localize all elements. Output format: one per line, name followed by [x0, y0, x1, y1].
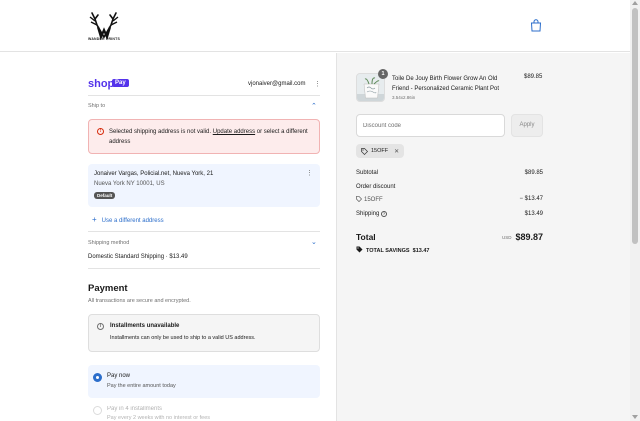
- site-header: WANDER PRINTS: [0, 0, 630, 52]
- order-summary-panel: [337, 53, 630, 421]
- shopping-bag-icon[interactable]: [530, 19, 542, 32]
- currency-code: USD: [502, 235, 512, 240]
- update-address-link[interactable]: Update address: [213, 129, 255, 135]
- shop-pay-logo: shop: [88, 78, 115, 90]
- shipping-method-label: Shipping method: [88, 240, 130, 246]
- installments-title: Installments unavailable: [110, 323, 180, 329]
- shipping-row: Shipping ?: [356, 211, 388, 217]
- total-savings: TOTAL SAVINGS $13.47: [356, 246, 430, 254]
- payment-subtitle: All transactions are secure and encrypte…: [88, 298, 191, 304]
- product-variant: 3.54x2.86in: [392, 95, 416, 100]
- shipping-value: $13.49: [524, 211, 543, 217]
- brand-text: WANDER PRINTS: [88, 37, 120, 41]
- address-error-banner: ! Selected shipping address is not valid…: [88, 119, 320, 154]
- help-icon[interactable]: ?: [381, 211, 388, 217]
- default-badge: Default: [94, 192, 116, 199]
- address-line-2: Nueva York NY 10001, US: [94, 181, 165, 187]
- pay-now-title: Pay now: [107, 373, 131, 379]
- pay-in-4-subtitle: Pay every 2 weeks with no interest or fe…: [107, 415, 211, 421]
- remove-discount-icon[interactable]: ✕: [394, 148, 399, 155]
- shipping-method-value[interactable]: Domestic Standard Shipping · $13.49: [88, 254, 188, 260]
- order-discount-label: Order discount: [356, 184, 396, 190]
- use-different-address-button[interactable]: + Use a different address: [92, 215, 164, 224]
- use-different-address-label: Use a different address: [101, 218, 164, 224]
- info-icon: i: [97, 323, 104, 330]
- payment-title: Payment: [88, 283, 128, 294]
- pay-in-4-radio: [93, 406, 102, 415]
- quantity-badge: 1: [378, 69, 388, 79]
- account-email: vjonaiver@gmail.com: [248, 81, 306, 87]
- applied-discount-chip: 15OFF ✕: [356, 144, 405, 158]
- page-scrollbar[interactable]: [630, 0, 640, 421]
- installments-text: Installments can only be used to ship to…: [110, 335, 256, 341]
- shop-pay-badge: Pay: [112, 79, 129, 87]
- pay-now-subtitle: Pay the entire amount today: [107, 383, 176, 389]
- pay-now-radio[interactable]: [93, 373, 102, 382]
- total-value: $89.87: [515, 232, 543, 242]
- shipping-label: Shipping: [356, 211, 380, 217]
- address-menu-icon[interactable]: ⋮: [306, 169, 313, 177]
- savings-value: $13.47: [412, 248, 430, 254]
- pay-in-4-title: Pay in 4 installments: [107, 406, 163, 412]
- order-discount-value: − $13.47: [519, 196, 543, 202]
- ship-to-label: Ship to: [88, 103, 106, 109]
- total-label: Total: [356, 232, 376, 242]
- chevron-up-icon[interactable]: ⌃: [311, 102, 317, 110]
- tag-icon: [356, 196, 363, 203]
- savings-label: TOTAL SAVINGS: [366, 248, 410, 254]
- product-price: $89.85: [524, 74, 543, 80]
- product-title: Toile De Jouy Birth Flower Grow An Old F…: [392, 76, 500, 92]
- pay-now-option[interactable]: Pay now Pay the entire amount today: [88, 365, 320, 398]
- order-discount-code-text: 15OFF: [364, 197, 383, 203]
- plus-icon: +: [92, 215, 97, 224]
- more-vertical-icon[interactable]: ⋮: [314, 80, 321, 88]
- address-line-1: Jonaiver Vargas, Policial.net, Nueva Yor…: [94, 171, 214, 177]
- installments-notice: i Installments unavailable Installments …: [88, 314, 320, 352]
- divider: [88, 231, 320, 232]
- error-icon: !: [97, 128, 104, 135]
- applied-code-label: 15OFF: [371, 148, 389, 154]
- error-text-prefix: Selected shipping address is not valid.: [109, 129, 213, 135]
- pay-in-4-option: Pay in 4 installments Pay every 2 weeks …: [88, 402, 320, 421]
- address-error-message: Selected shipping address is not valid. …: [109, 127, 309, 147]
- tag-icon: [356, 246, 363, 253]
- chevron-down-icon[interactable]: ⌄: [311, 238, 317, 246]
- scroll-up-icon[interactable]: [632, 1, 638, 5]
- discount-code-input[interactable]: [356, 114, 505, 137]
- tag-icon: [361, 147, 368, 155]
- scroll-down-icon[interactable]: [632, 415, 638, 419]
- selected-address-card[interactable]: Jonaiver Vargas, Policial.net, Nueva Yor…: [88, 164, 320, 207]
- divider: [88, 95, 320, 96]
- apply-discount-button[interactable]: Apply: [511, 114, 543, 137]
- order-discount-code: 15OFF: [356, 196, 383, 203]
- subtotal-value: $89.85: [524, 170, 543, 176]
- subtotal-label: Subtotal: [356, 170, 379, 176]
- scrollbar-thumb[interactable]: [632, 8, 638, 244]
- divider: [88, 268, 320, 269]
